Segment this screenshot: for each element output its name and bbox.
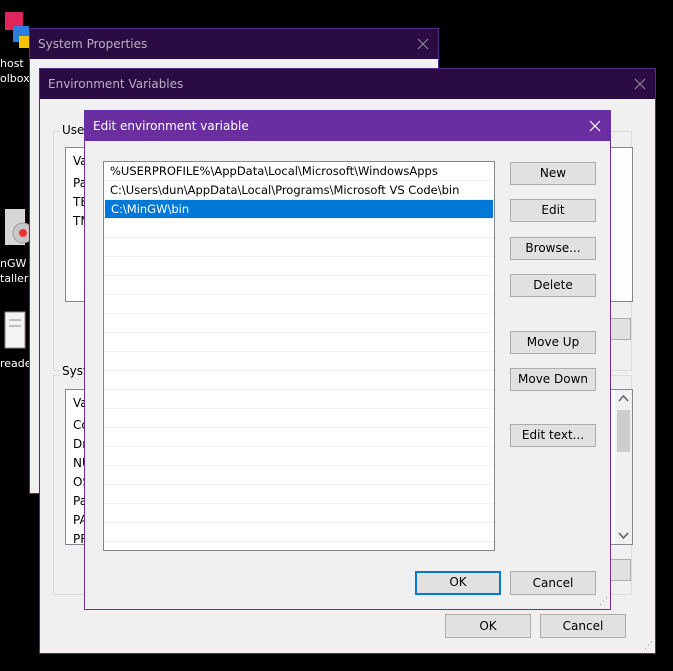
system-properties-titlebar[interactable]: System Properties [30, 29, 438, 59]
path-list-empty-row[interactable] [104, 409, 494, 428]
path-list-empty-row[interactable] [104, 238, 494, 257]
path-list-empty-row[interactable] [104, 257, 494, 276]
path-list-empty-row[interactable] [104, 485, 494, 504]
path-list-empty-row[interactable] [104, 390, 494, 409]
scroll-thumb[interactable] [617, 410, 630, 452]
path-list-empty-row[interactable] [104, 314, 494, 333]
path-list[interactable]: %USERPROFILE%\AppData\Local\Microsoft\Wi… [103, 161, 495, 551]
path-list-empty-row[interactable] [104, 295, 494, 314]
path-list-empty-row[interactable] [104, 219, 494, 238]
close-icon[interactable] [408, 29, 438, 59]
environment-variables-titlebar[interactable]: Environment Variables [40, 69, 655, 99]
ok-button[interactable]: OK [415, 571, 501, 595]
desktop-icon-label: taller [0, 272, 29, 285]
move-down-button[interactable]: Move Down [510, 368, 596, 391]
scroll-up-arrow-icon[interactable] [615, 392, 632, 406]
edit-environment-variable-dialog: Edit environment variable %USERPROFILE%\… [84, 110, 611, 610]
path-list-empty-row[interactable] [104, 504, 494, 523]
delete-button[interactable]: Delete [510, 274, 596, 297]
path-list-empty-row[interactable] [104, 333, 494, 352]
close-icon[interactable] [625, 69, 655, 99]
close-icon[interactable] [580, 111, 610, 141]
new-button[interactable]: New [510, 162, 596, 185]
desktop-icon-label: olbox [0, 72, 30, 85]
edit-dialog-titlebar[interactable]: Edit environment variable [85, 111, 610, 141]
desktop-icon-label: host [0, 57, 24, 70]
desktop-icon-label: nGW [0, 257, 27, 270]
path-list-empty-row[interactable] [104, 352, 494, 371]
path-list-item[interactable]: %USERPROFILE%\AppData\Local\Microsoft\Wi… [104, 162, 494, 181]
edit-button[interactable]: Edit [510, 199, 596, 222]
path-list-empty-row[interactable] [104, 371, 494, 390]
path-list-item-selected[interactable]: C:\MinGW\bin [105, 200, 493, 219]
window-title: Environment Variables [48, 77, 184, 91]
cancel-button[interactable]: Cancel [510, 571, 596, 595]
path-list-empty-row[interactable] [104, 276, 494, 295]
env-cancel-button[interactable]: Cancel [540, 614, 626, 638]
env-ok-button[interactable]: OK [445, 614, 531, 638]
path-list-empty-row[interactable] [104, 447, 494, 466]
dialog-title: Edit environment variable [93, 119, 249, 133]
scroll-down-arrow-icon[interactable] [615, 528, 632, 542]
window-title: System Properties [38, 37, 148, 51]
resize-grip-icon[interactable]: ⋰ [644, 641, 653, 651]
move-up-button[interactable]: Move Up [510, 331, 596, 354]
path-list-empty-row[interactable] [104, 523, 494, 542]
path-list-empty-row[interactable] [104, 428, 494, 447]
edit-text-button[interactable]: Edit text... [510, 424, 596, 447]
resize-grip-icon[interactable]: ⋰ [599, 597, 608, 607]
path-list-empty-row[interactable] [104, 466, 494, 485]
browse-button[interactable]: Browse... [510, 237, 596, 260]
path-list-item[interactable]: C:\Users\dun\AppData\Local\Programs\Micr… [104, 181, 494, 200]
system-list-scrollbar[interactable] [615, 390, 632, 544]
